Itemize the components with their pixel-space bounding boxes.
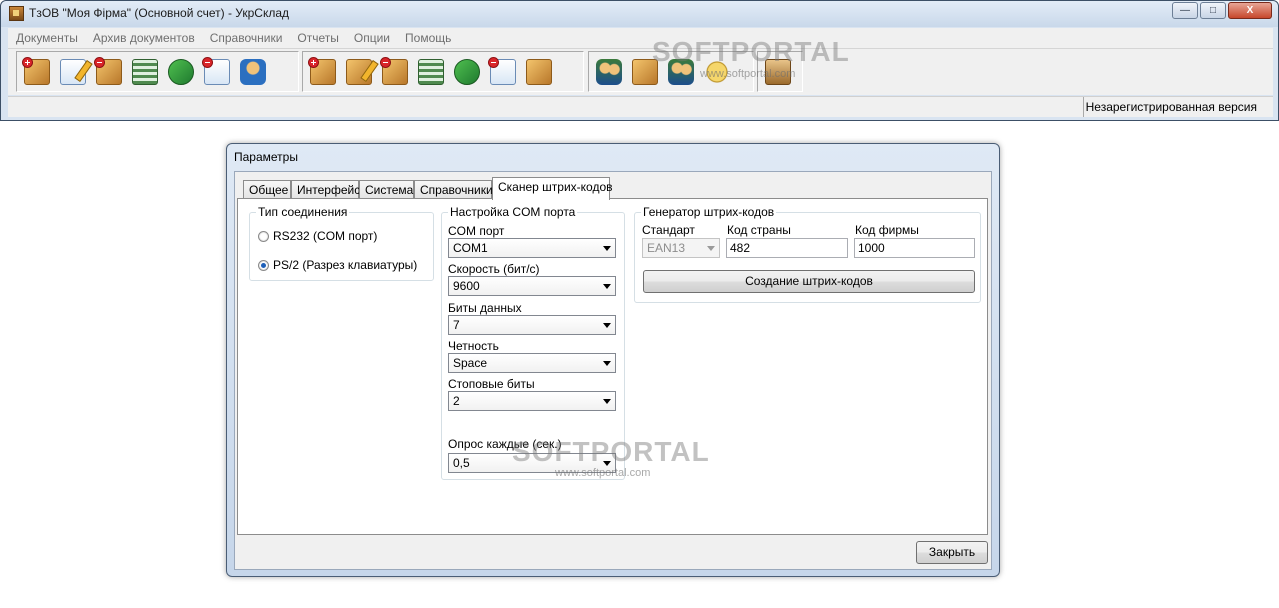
chevron-down-icon — [603, 246, 611, 251]
standard-label: Стандарт — [642, 223, 695, 237]
databits-select[interactable]: 7 — [448, 315, 616, 335]
connection-type-label: Тип соединения — [256, 205, 350, 219]
toolbar-group-documents — [16, 51, 299, 92]
tab-references[interactable]: Справочники — [414, 180, 493, 199]
close-dialog-button[interactable]: Закрыть — [916, 541, 988, 564]
barcode-generator-group: Генератор штрих-кодов Стандарт EAN13 Код… — [634, 205, 981, 303]
speed-label: Скорость (бит/с) — [448, 262, 540, 276]
tab-barcode-scanner[interactable]: Сканер штрих-кодов — [492, 177, 613, 200]
delete-box-button[interactable] — [93, 56, 125, 88]
connection-type-group: Тип соединения RS232 (COM порт) PS/2 (Ра… — [249, 205, 434, 281]
speed-select[interactable]: 9600 — [448, 276, 616, 296]
tab-page-barcode-scanner: Тип соединения RS232 (COM порт) PS/2 (Ра… — [237, 198, 988, 535]
radio-rs232-label: RS232 (COM порт) — [273, 229, 378, 243]
settings-box-icon — [526, 58, 552, 85]
window-title: ТзОВ "Моя Фірма" (Основной счет) - УкрСк… — [29, 6, 290, 20]
com-port-label: COM порт — [448, 224, 505, 238]
window-controls: — □ X — [1172, 2, 1272, 19]
stopbits-select[interactable]: 2 — [448, 391, 616, 411]
app-icon[interactable] — [9, 6, 24, 21]
standard-value: EAN13 — [647, 241, 686, 255]
spreadsheet-icon — [132, 58, 158, 85]
menu-bar: Документы Архив документов Справочники Отче… — [8, 28, 1273, 49]
radio-rs232[interactable]: RS232 (COM порт) — [258, 229, 377, 243]
databits-label: Биты данных — [448, 301, 522, 315]
create-barcodes-button[interactable]: Создание штрих-кодов — [643, 270, 975, 293]
tab-system[interactable]: Система — [359, 180, 414, 199]
stopbits-value: 2 — [453, 394, 460, 408]
transfer-box-icon — [454, 58, 480, 85]
menu-documents-archive[interactable]: Архив документов — [85, 28, 202, 47]
menu-reports[interactable]: Отчеты — [289, 28, 345, 47]
tab-general[interactable]: Общее — [243, 180, 291, 199]
chevron-down-icon — [707, 246, 715, 251]
country-code-label: Код страны — [727, 223, 791, 237]
toolbar-group-archive — [302, 51, 584, 92]
settings-box-button[interactable] — [523, 56, 555, 88]
parity-select[interactable]: Space — [448, 353, 616, 373]
chevron-down-icon — [603, 323, 611, 328]
register-box-button[interactable] — [487, 56, 519, 88]
delete-register-button[interactable] — [201, 56, 233, 88]
stopbits-label: Стоповые биты — [448, 377, 535, 391]
title-bar: ТзОВ "Моя Фірма" (Основной счет) - УкрСк… — [1, 1, 1278, 27]
spreadsheet-button[interactable] — [129, 56, 161, 88]
toolbar — [8, 49, 1273, 95]
person-document-button[interactable] — [237, 56, 269, 88]
dialog-body: Общее Интерфейс Система Справочники Скан… — [234, 171, 992, 570]
transfer-arrows-icon — [168, 58, 194, 85]
company-code-input[interactable]: 1000 — [854, 238, 975, 258]
dialog-title: Параметры — [234, 150, 298, 164]
parameters-dialog: Параметры Общее Интерфейс Система Справо… — [226, 143, 1000, 577]
databits-value: 7 — [453, 318, 460, 332]
transfer-button[interactable] — [165, 56, 197, 88]
menu-references[interactable]: Справочники — [202, 28, 290, 47]
poll-interval-value: 0,5 — [453, 456, 470, 470]
delete-box-button-2[interactable] — [379, 56, 411, 88]
main-window: ТзОВ "Моя Фірма" (Основной счет) - УкрСк… — [0, 0, 1279, 121]
parity-value: Space — [453, 356, 488, 370]
com-port-select[interactable]: COM1 — [448, 238, 616, 258]
radio-rs232-button[interactable] — [258, 230, 269, 242]
chevron-down-icon — [603, 284, 611, 289]
country-code-input[interactable]: 482 — [726, 238, 848, 258]
com-port-value: COM1 — [453, 241, 488, 255]
chevron-down-icon — [603, 399, 611, 404]
edit-box-button[interactable] — [343, 56, 379, 88]
menu-options[interactable]: Опции — [346, 28, 397, 47]
tab-interface[interactable]: Интерфейс — [291, 180, 360, 199]
speed-value: 9600 — [453, 279, 480, 293]
parity-label: Четность — [448, 339, 499, 353]
watermark-logo: SOFTPORTAL — [652, 36, 850, 67]
people-icon — [596, 58, 622, 85]
close-window-button[interactable]: X — [1228, 2, 1272, 19]
status-bar: Незарегистрированная версия — [8, 96, 1273, 117]
transfer-box-button[interactable] — [451, 56, 483, 88]
watermark-url: www.softportal.com — [700, 68, 796, 80]
menu-help[interactable]: Помощь — [397, 28, 458, 47]
person-document-icon — [240, 58, 266, 85]
com-port-settings-label: Настройка COM порта — [448, 205, 578, 219]
radio-ps2[interactable]: PS/2 (Разрез клавиатуры) — [258, 258, 417, 272]
chevron-down-icon — [603, 361, 611, 366]
calculator-box-icon — [418, 58, 444, 85]
barcode-generator-label: Генератор штрих-кодов — [641, 205, 777, 219]
watermark-url-2: www.softportal.com — [555, 467, 651, 479]
edit-document-button[interactable] — [57, 56, 93, 88]
menu-documents[interactable]: Документы — [8, 28, 85, 47]
add-box-button-2[interactable] — [307, 56, 339, 88]
standard-select[interactable]: EAN13 — [642, 238, 720, 258]
radio-ps2-button[interactable] — [258, 259, 269, 271]
minimize-button[interactable]: — — [1172, 2, 1198, 19]
radio-ps2-label: PS/2 (Разрез клавиатуры) — [273, 258, 418, 272]
company-code-label: Код фирмы — [855, 223, 919, 237]
watermark-logo-2: SOFTPORTAL — [512, 436, 710, 467]
maximize-button[interactable]: □ — [1200, 2, 1226, 19]
people-button[interactable] — [593, 56, 625, 88]
registration-status: Незарегистрированная версия — [1083, 97, 1273, 117]
calculator-box-button[interactable] — [415, 56, 447, 88]
add-box-button[interactable] — [21, 56, 53, 88]
